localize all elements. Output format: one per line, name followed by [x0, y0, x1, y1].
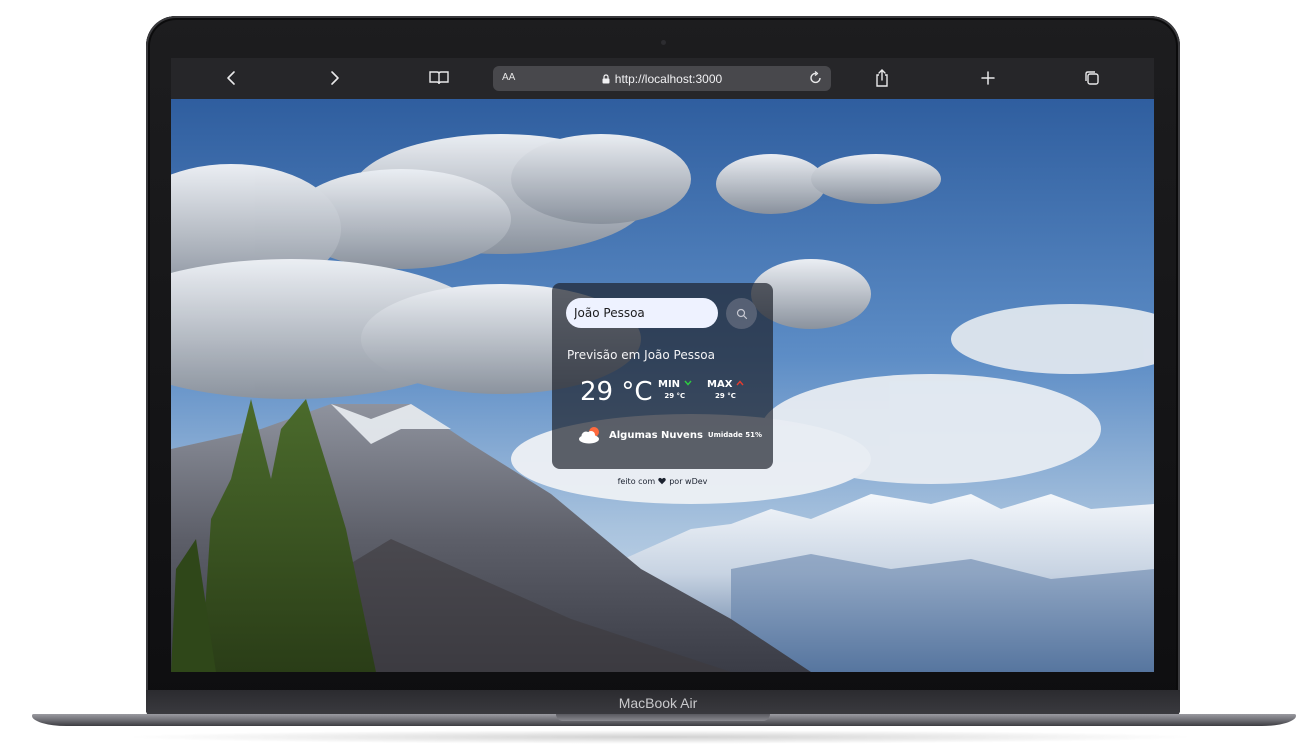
weather-card: Previsão em João Pessoa 29 °C MIN 29 °C … [552, 283, 773, 469]
bookmarks-book-icon[interactable] [424, 66, 454, 90]
forward-chevron-icon[interactable] [320, 66, 350, 90]
credit-suffix: por wDev [669, 477, 708, 486]
heart-icon [658, 477, 666, 487]
city-search-input[interactable] [566, 298, 718, 328]
credit-line: feito com por wDev [552, 477, 773, 487]
min-temp-block: MIN 29 °C [658, 379, 692, 400]
up-arrow-icon [736, 380, 744, 386]
min-temp-value: 29 °C [664, 392, 686, 400]
url-text: http://localhost:3000 [614, 72, 723, 86]
webcam [661, 40, 666, 45]
screen: AA http://localhost:3000 João Pessoa Pre… [171, 58, 1154, 672]
credit-prefix: feito com [617, 477, 656, 486]
max-label: MAX [707, 379, 733, 390]
device-mockup: AA http://localhost:3000 João Pessoa Pre… [0, 0, 1316, 756]
max-temp-value: 29 °C [715, 392, 736, 400]
humidity-text: Umidade 51% [707, 431, 762, 439]
address-bar[interactable]: AA http://localhost:3000 [493, 66, 831, 91]
current-temperature: 29 °C [580, 377, 653, 407]
reload-icon[interactable] [807, 69, 825, 87]
cloud-sun-icon [579, 427, 599, 444]
device-brand-label: MacBook Air [618, 695, 698, 711]
back-chevron-icon[interactable] [216, 66, 246, 90]
search-button[interactable] [726, 298, 757, 329]
lid-opening-notch [556, 714, 770, 721]
lock-icon [602, 73, 610, 87]
down-arrow-icon [683, 380, 692, 386]
browser-toolbar: AA http://localhost:3000 [171, 58, 1154, 99]
condition-row: Algumas Nuvens Umidade 51% [577, 426, 762, 444]
max-temp-block: MAX 29 °C [707, 379, 744, 400]
tabs-overview-icon[interactable] [1077, 66, 1107, 90]
min-label: MIN [658, 379, 681, 390]
url-display[interactable]: http://localhost:3000 [493, 72, 831, 87]
search-icon [736, 308, 747, 319]
share-icon[interactable] [867, 66, 897, 90]
device-shadow [120, 730, 1200, 744]
forecast-title: Previsão em João Pessoa [567, 348, 715, 362]
new-tab-plus-icon[interactable] [973, 66, 1003, 90]
condition-text: Algumas Nuvens [609, 429, 703, 441]
